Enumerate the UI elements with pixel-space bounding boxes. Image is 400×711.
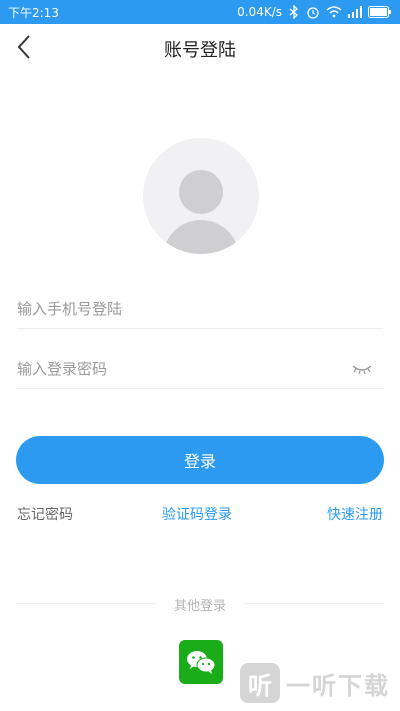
bluetooth-icon	[288, 5, 300, 19]
watermark-text: 一听下载	[286, 671, 390, 700]
wifi-icon	[326, 5, 342, 19]
other-login-label: 其他登录	[173, 599, 226, 614]
battery-icon	[368, 5, 392, 19]
other-login-divider: 其他登录	[17, 595, 383, 614]
avatar-head	[179, 170, 223, 214]
login-button[interactable]: 登录	[16, 436, 384, 484]
password-field	[17, 349, 383, 389]
phone-field	[17, 289, 383, 329]
wechat-login-button[interactable]	[179, 640, 223, 684]
nav-bar: 账号登陆	[0, 24, 400, 70]
watermark-logo: 听	[240, 663, 280, 703]
code-login-link[interactable]: 验证码登录	[162, 504, 232, 524]
signal-icon	[348, 5, 362, 19]
phone-input[interactable]	[17, 289, 337, 329]
watermark: 听 一听下载	[240, 663, 390, 703]
forgot-password-link[interactable]: 忘记密码	[17, 504, 73, 524]
network-speed: 0.04K/s	[237, 5, 282, 19]
status-time: 下午2:13	[8, 5, 59, 20]
quick-register-link[interactable]: 快速注册	[327, 504, 383, 524]
wechat-icon	[187, 651, 216, 674]
status-bar: 下午2:13 0.04K/s	[0, 0, 400, 24]
password-input[interactable]	[17, 349, 337, 389]
password-visibility-toggle[interactable]	[351, 361, 373, 377]
eye-closed-icon	[352, 365, 372, 375]
alarm-icon	[306, 5, 320, 19]
divider-line-right	[243, 603, 383, 604]
status-indicators: 0.04K/s	[237, 5, 392, 19]
page-title: 账号登陆	[164, 40, 236, 61]
avatar-body	[163, 220, 239, 254]
avatar[interactable]	[143, 138, 259, 254]
